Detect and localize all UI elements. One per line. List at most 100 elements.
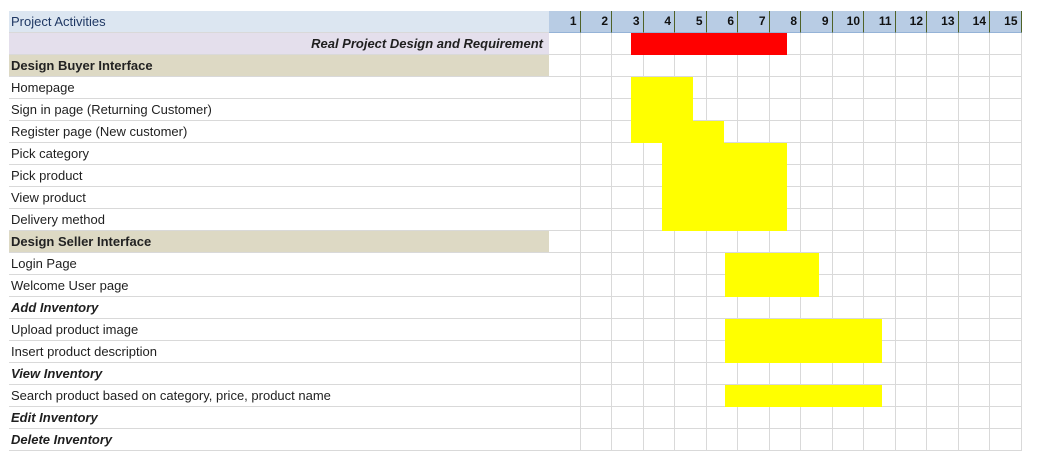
day-cell[interactable] xyxy=(958,33,990,55)
day-cell[interactable] xyxy=(990,55,1022,77)
day-cell[interactable] xyxy=(895,143,927,165)
day-header-13[interactable]: 13 xyxy=(927,11,959,33)
activity-label[interactable]: Design Seller Interface xyxy=(9,231,549,253)
day-cell[interactable] xyxy=(612,253,644,275)
day-cell[interactable] xyxy=(580,209,612,231)
activities-header[interactable]: Project Activities xyxy=(9,11,549,33)
day-cell[interactable] xyxy=(580,275,612,297)
day-cell[interactable] xyxy=(832,407,864,429)
day-cell[interactable] xyxy=(801,143,833,165)
day-cell[interactable] xyxy=(738,363,770,385)
day-cell[interactable] xyxy=(675,363,707,385)
day-cell[interactable] xyxy=(832,187,864,209)
day-cell[interactable] xyxy=(549,385,581,407)
day-cell[interactable] xyxy=(769,99,801,121)
day-header-11[interactable]: 11 xyxy=(864,11,896,33)
day-cell[interactable] xyxy=(801,121,833,143)
day-cell[interactable] xyxy=(612,275,644,297)
activity-label[interactable]: Pick category xyxy=(9,143,549,165)
day-cell[interactable] xyxy=(864,143,896,165)
day-cell[interactable] xyxy=(643,363,675,385)
day-cell[interactable] xyxy=(895,297,927,319)
day-cell[interactable] xyxy=(769,77,801,99)
day-cell[interactable] xyxy=(832,33,864,55)
day-cell[interactable] xyxy=(990,319,1022,341)
day-cell[interactable] xyxy=(864,363,896,385)
day-cell[interactable] xyxy=(927,341,959,363)
day-header-9[interactable]: 9 xyxy=(801,11,833,33)
day-cell[interactable] xyxy=(864,77,896,99)
day-cell[interactable] xyxy=(958,77,990,99)
day-cell[interactable] xyxy=(643,341,675,363)
day-cell[interactable] xyxy=(706,363,738,385)
day-cell[interactable] xyxy=(675,385,707,407)
day-cell[interactable] xyxy=(801,209,833,231)
day-cell[interactable] xyxy=(958,429,990,451)
activity-label[interactable]: Delivery method xyxy=(9,209,549,231)
day-cell[interactable] xyxy=(675,319,707,341)
day-cell[interactable] xyxy=(675,253,707,275)
day-header-8[interactable]: 8 xyxy=(769,11,801,33)
day-cell[interactable] xyxy=(549,297,581,319)
day-cell[interactable] xyxy=(832,77,864,99)
day-cell[interactable] xyxy=(895,429,927,451)
day-cell[interactable] xyxy=(612,231,644,253)
day-cell[interactable] xyxy=(958,99,990,121)
activity-label[interactable]: Delete Inventory xyxy=(9,429,549,451)
day-cell[interactable] xyxy=(580,121,612,143)
day-cell[interactable] xyxy=(927,275,959,297)
day-cell[interactable] xyxy=(643,297,675,319)
day-cell[interactable] xyxy=(549,55,581,77)
day-cell[interactable] xyxy=(990,33,1022,55)
day-cell[interactable] xyxy=(832,231,864,253)
day-cell[interactable] xyxy=(864,121,896,143)
day-cell[interactable] xyxy=(990,429,1022,451)
day-cell[interactable] xyxy=(549,319,581,341)
day-cell[interactable] xyxy=(927,165,959,187)
day-cell[interactable] xyxy=(675,341,707,363)
day-cell[interactable] xyxy=(832,121,864,143)
day-cell[interactable] xyxy=(958,209,990,231)
day-cell[interactable] xyxy=(643,319,675,341)
day-cell[interactable] xyxy=(832,143,864,165)
day-cell[interactable] xyxy=(801,77,833,99)
day-cell[interactable] xyxy=(990,209,1022,231)
day-cell[interactable] xyxy=(612,143,644,165)
day-cell[interactable] xyxy=(706,231,738,253)
day-cell[interactable] xyxy=(580,55,612,77)
day-cell[interactable] xyxy=(612,319,644,341)
day-cell[interactable] xyxy=(643,231,675,253)
day-cell[interactable] xyxy=(864,187,896,209)
day-header-5[interactable]: 5 xyxy=(675,11,707,33)
day-cell[interactable] xyxy=(769,231,801,253)
day-header-12[interactable]: 12 xyxy=(895,11,927,33)
activity-label[interactable]: View product xyxy=(9,187,549,209)
activity-label[interactable]: Pick product xyxy=(9,165,549,187)
activity-label[interactable]: Homepage xyxy=(9,77,549,99)
day-cell[interactable] xyxy=(580,385,612,407)
activity-label[interactable]: Edit Inventory xyxy=(9,407,549,429)
day-cell[interactable] xyxy=(738,99,770,121)
day-cell[interactable] xyxy=(990,341,1022,363)
day-cell[interactable] xyxy=(580,297,612,319)
day-cell[interactable] xyxy=(895,385,927,407)
day-cell[interactable] xyxy=(990,187,1022,209)
day-cell[interactable] xyxy=(864,231,896,253)
day-cell[interactable] xyxy=(738,55,770,77)
day-cell[interactable] xyxy=(990,253,1022,275)
day-cell[interactable] xyxy=(675,429,707,451)
day-cell[interactable] xyxy=(738,429,770,451)
day-cell[interactable] xyxy=(549,99,581,121)
day-cell[interactable] xyxy=(801,33,833,55)
day-cell[interactable] xyxy=(990,385,1022,407)
day-cell[interactable] xyxy=(706,99,738,121)
day-cell[interactable] xyxy=(990,363,1022,385)
day-cell[interactable] xyxy=(895,209,927,231)
day-cell[interactable] xyxy=(580,165,612,187)
day-cell[interactable] xyxy=(801,429,833,451)
day-cell[interactable] xyxy=(864,407,896,429)
day-cell[interactable] xyxy=(958,231,990,253)
day-cell[interactable] xyxy=(927,33,959,55)
day-cell[interactable] xyxy=(832,99,864,121)
day-cell[interactable] xyxy=(895,55,927,77)
